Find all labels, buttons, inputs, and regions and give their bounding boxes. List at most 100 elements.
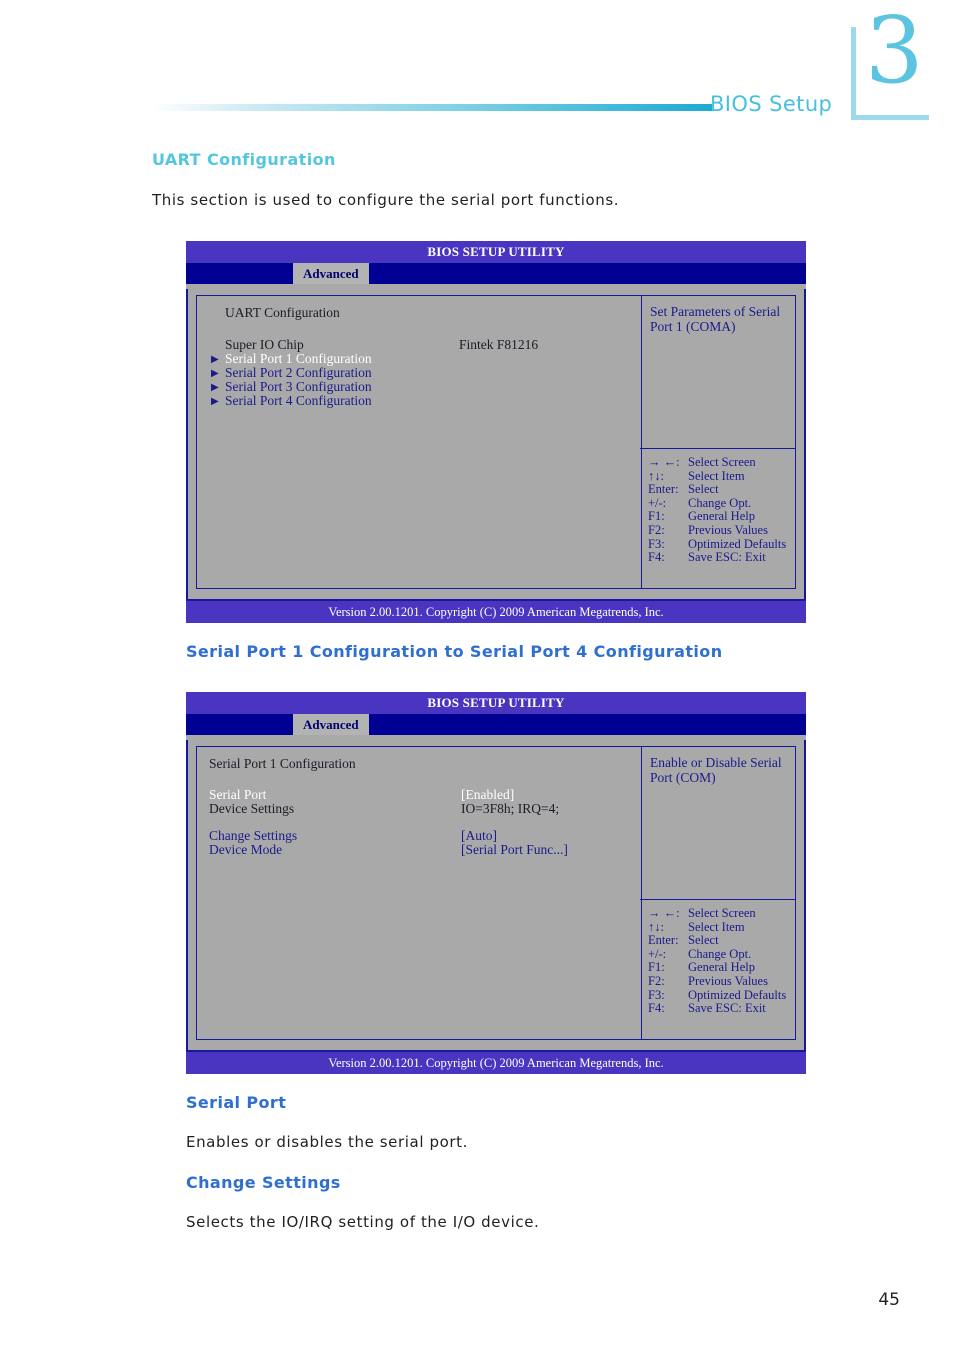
bios1-key-7-action: Save ESC: Exit xyxy=(688,550,766,565)
bios1-tab-advanced[interactable]: Advanced xyxy=(293,263,369,284)
bios1-key-row: F4: Save ESC: Exit xyxy=(648,550,794,565)
chapter-horizontal-bar xyxy=(851,115,929,120)
bios2-title-bar: BIOS SETUP UTILITY xyxy=(186,692,806,714)
bios1-item-2-label[interactable]: Serial Port 2 Configuration xyxy=(225,366,372,380)
bios1-footer: Version 2.00.1201. Copyright (C) 2009 Am… xyxy=(186,601,806,623)
bios2-item-2-label[interactable]: Change Settings xyxy=(209,829,297,843)
bios1-key-3-action: Change Opt. xyxy=(688,495,752,510)
bios2-key-5-key: F2: xyxy=(648,973,665,988)
chapter-marker: 3 xyxy=(851,5,929,120)
bios1-item-0-value: Fintek F81216 xyxy=(459,337,539,352)
bios1-item-1-label[interactable]: Serial Port 1 Configuration xyxy=(225,352,372,366)
bios1-key-row: +/-: Change Opt. xyxy=(648,495,794,511)
bios1-item-3-arrow-icon: ▶ xyxy=(211,382,219,393)
bios-screenshot-serial-port-1: BIOS SETUP UTILITY Advanced Serial Port … xyxy=(186,692,806,1074)
bios2-key-row: ↑↓: Select Item xyxy=(648,919,794,935)
bios1-title-bar: BIOS SETUP UTILITY xyxy=(186,241,806,263)
bios1-section-title: UART Configuration xyxy=(225,305,340,320)
bios2-key-6-key: F3: xyxy=(648,987,665,1002)
bios1-key-5-key: F2: xyxy=(648,522,665,537)
uart-configuration-heading: UART Configuration xyxy=(152,150,336,169)
bios2-key-0-action: Select Screen xyxy=(688,906,756,920)
bios2-item-3-label[interactable]: Device Mode xyxy=(209,843,282,857)
bios1-key-6-key: F3: xyxy=(648,536,665,551)
bios1-settings-pane: UART Configuration Super IO Chip Fintek … xyxy=(197,296,641,588)
bios2-key-3-key: +/-: xyxy=(648,946,667,961)
bios2-key-row: → ←: Select Screen xyxy=(648,906,794,921)
bios1-key-2-key: Enter: xyxy=(648,482,679,497)
bios2-key-4-key: F1: xyxy=(648,960,665,975)
bios2-key-2-action: Select xyxy=(688,933,719,948)
bios1-menu-bar: Advanced xyxy=(186,263,806,284)
bios1-key-1-action: Select Item xyxy=(688,468,745,483)
bios2-help-text: Enable or Disable Serial Port (COM) xyxy=(650,755,782,785)
serial-port-heading: Serial Port xyxy=(186,1093,287,1112)
bios2-key-7-action: Save ESC: Exit xyxy=(688,1001,766,1016)
bios1-key-row: ↑↓: Select Item xyxy=(648,468,794,484)
bios2-item-2-value[interactable]: [Auto] xyxy=(461,829,497,843)
bios1-item-2-arrow-icon: ▶ xyxy=(211,368,219,379)
bios2-key-row: F3: Optimized Defaults xyxy=(648,987,794,1003)
bios2-item-0-label[interactable]: Serial Port xyxy=(209,788,266,802)
bios2-key-5-action: Previous Values xyxy=(688,973,768,988)
bios2-body: Serial Port 1 Configuration Serial Port … xyxy=(186,740,806,1046)
bios1-key-0-key: → ←: xyxy=(648,455,680,469)
bios2-key-4-action: General Help xyxy=(688,960,755,975)
bios2-settings-pane: Serial Port 1 Configuration Serial Port … xyxy=(197,747,641,1039)
bios1-help-divider xyxy=(640,448,795,449)
header-rule xyxy=(152,104,712,111)
bios1-key-row: F1: General Help xyxy=(648,510,794,524)
bios2-help-divider xyxy=(640,899,795,900)
bios2-key-row: Enter: Select xyxy=(648,933,794,948)
page-header-title: BIOS Setup xyxy=(710,92,833,116)
change-settings-heading: Change Settings xyxy=(186,1173,341,1192)
bios2-key-row: +/-: Change Opt. xyxy=(648,946,794,962)
bios2-key-legend: → ←: Select Screen ↑↓: Select Item Enter: S… xyxy=(648,906,794,1016)
bios2-item-1-value: IO=3F8h; IRQ=4; xyxy=(461,801,560,816)
bios1-item-4-label[interactable]: Serial Port 4 Configuration xyxy=(225,394,372,408)
bios1-key-0-action: Select Screen xyxy=(688,455,756,469)
change-settings-paragraph: Selects the IO/IRQ setting of the I/O de… xyxy=(186,1213,540,1231)
serial-port-range-heading: Serial Port 1 Configuration to Serial Po… xyxy=(186,642,723,661)
bios2-key-1-key: ↑↓: xyxy=(648,919,664,934)
bios1-body-frame: UART Configuration Super IO Chip Fintek … xyxy=(196,295,796,589)
bios2-key-1-action: Select Item xyxy=(688,919,745,934)
chapter-vertical-bar xyxy=(851,27,856,120)
bios1-key-6-action: Optimized Defaults xyxy=(688,536,787,551)
bios2-key-2-key: Enter: xyxy=(648,933,679,948)
bios2-key-3-action: Change Opt. xyxy=(688,946,752,961)
bios2-body-frame: Serial Port 1 Configuration Serial Port … xyxy=(196,746,796,1040)
bios1-key-row: F2: Previous Values xyxy=(648,522,794,538)
page-number: 45 xyxy=(878,1290,900,1310)
bios1-key-row: Enter: Select xyxy=(648,482,794,497)
uart-intro-paragraph: This section is used to configure the se… xyxy=(152,191,620,209)
bios2-menu-bar: Advanced xyxy=(186,714,806,735)
bios2-item-3-value[interactable]: [Serial Port Func...] xyxy=(461,843,568,857)
bios1-item-0-label: Super IO Chip xyxy=(225,337,304,352)
bios1-key-3-key: +/-: xyxy=(648,495,667,510)
bios2-key-row: F1: General Help xyxy=(648,961,794,975)
bios1-help-pane: Set Parameters of Serial Port 1 (COMA) →… xyxy=(640,296,795,588)
bios1-key-row: F3: Optimized Defaults xyxy=(648,536,794,552)
bios1-key-7-key: F4: xyxy=(648,550,665,565)
bios2-item-0-value[interactable]: [Enabled] xyxy=(461,788,514,802)
bios2-key-row: F4: Save ESC: Exit xyxy=(648,1001,794,1016)
bios2-key-0-key: → ←: xyxy=(648,906,680,920)
bios1-key-row: → ←: Select Screen xyxy=(648,455,794,470)
bios-screenshot-uart: BIOS SETUP UTILITY Advanced UART Configu… xyxy=(186,241,806,623)
bios1-item-3-label[interactable]: Serial Port 3 Configuration xyxy=(225,380,372,394)
bios1-body: UART Configuration Super IO Chip Fintek … xyxy=(186,289,806,595)
bios2-key-row: F2: Previous Values xyxy=(648,973,794,989)
bios1-key-5-action: Previous Values xyxy=(688,522,768,537)
bios1-key-2-action: Select xyxy=(688,482,719,497)
bios1-key-4-action: General Help xyxy=(688,509,755,524)
bios2-help-pane: Enable or Disable Serial Port (COM) → ←:… xyxy=(640,747,795,1039)
bios2-tab-advanced[interactable]: Advanced xyxy=(293,714,369,735)
bios1-item-4-arrow-icon: ▶ xyxy=(211,396,219,407)
page-header: BIOS Setup 3 xyxy=(0,0,954,140)
bios1-key-1-key: ↑↓: xyxy=(648,468,664,483)
bios2-key-7-key: F4: xyxy=(648,1001,665,1016)
chapter-number: 3 xyxy=(865,0,924,104)
bios1-item-1-arrow-icon: ▶ xyxy=(211,354,219,365)
bios2-key-6-action: Optimized Defaults xyxy=(688,987,787,1002)
